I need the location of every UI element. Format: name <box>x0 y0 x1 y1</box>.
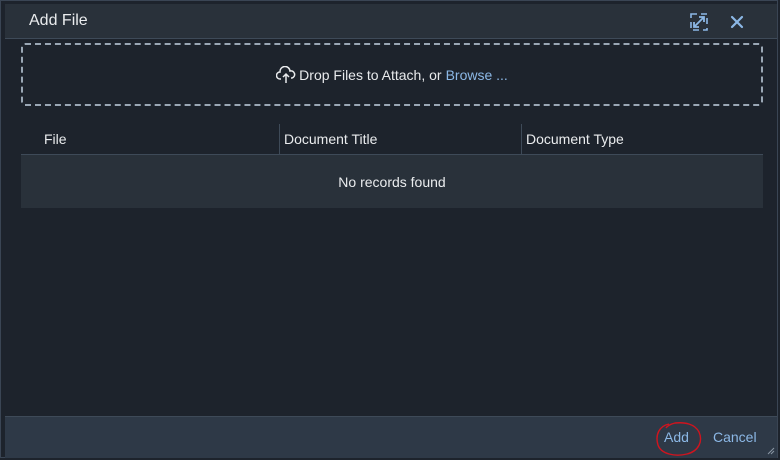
cancel-button[interactable]: Cancel <box>713 429 757 445</box>
attachments-table: File Document Title Document Type No rec… <box>21 124 763 208</box>
table-header: File Document Title Document Type <box>21 124 763 155</box>
table-empty-row: No records found <box>21 155 763 208</box>
close-icon[interactable] <box>727 12 749 34</box>
dropzone-text: Drop Files to Attach, or <box>299 66 442 83</box>
column-header-document-title[interactable]: Document Title <box>280 124 522 154</box>
add-button[interactable]: Add <box>664 429 689 445</box>
browse-link[interactable]: Browse ... <box>446 67 508 83</box>
no-records-text: No records found <box>338 173 446 190</box>
add-file-dialog: Add File Drop Files to Attach, or Browse… <box>0 0 778 458</box>
dialog-header: Add File <box>5 4 777 39</box>
dialog-title: Add File <box>29 12 88 29</box>
file-drop-zone[interactable]: Drop Files to Attach, or Browse ... <box>21 43 763 106</box>
resize-grip-icon[interactable] <box>767 447 775 455</box>
dialog-footer: Add Cancel <box>5 416 777 458</box>
column-header-document-type[interactable]: Document Type <box>522 124 763 154</box>
column-header-file[interactable]: File <box>21 124 280 154</box>
expand-icon[interactable] <box>689 12 711 34</box>
cloud-upload-icon <box>275 65 296 84</box>
